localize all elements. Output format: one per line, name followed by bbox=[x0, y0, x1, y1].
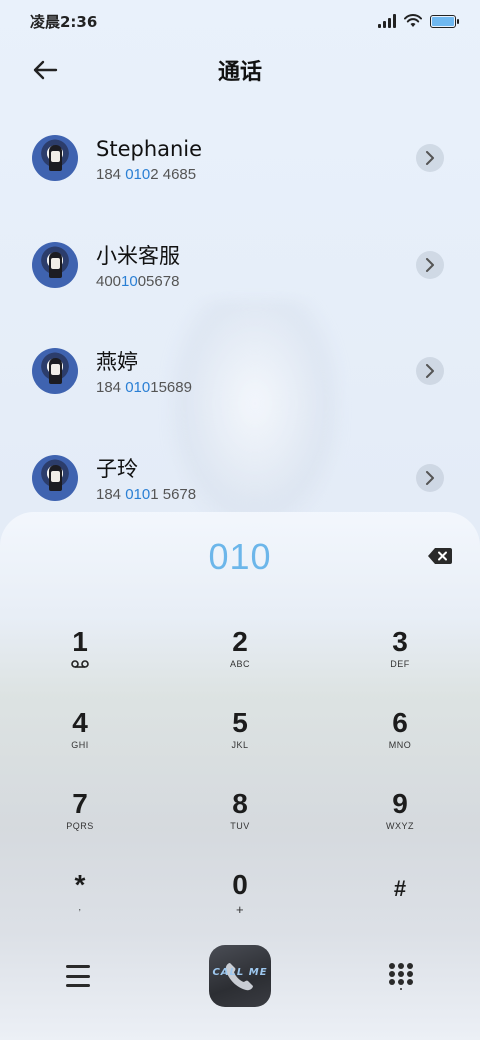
key-letters: , bbox=[78, 902, 82, 912]
key-letters: + bbox=[235, 902, 245, 917]
contact-name: Stephanie bbox=[96, 137, 203, 161]
number-prefix: 184 bbox=[96, 379, 126, 396]
key-2[interactable]: 2 ABC bbox=[160, 620, 320, 701]
status-time: 凌晨2:36 bbox=[30, 12, 98, 31]
contact-number: 184 0101 5678 bbox=[96, 486, 196, 503]
key-8[interactable]: 8 TUV bbox=[160, 782, 320, 863]
menu-line bbox=[66, 965, 90, 968]
contact-number: 184 01015689 bbox=[96, 379, 192, 396]
keypad-grid: 1 2 ABC 3 DEF 4 GHI 5 JKL 6 MNO 7 PQRS 8… bbox=[0, 620, 480, 944]
contact-detail-button[interactable] bbox=[416, 463, 444, 492]
page-title: 通话 bbox=[217, 60, 262, 85]
dialpad-panel: 010 1 2 ABC 3 DEF 4 GHI 5 JKL 6 MNO 7 PQ… bbox=[0, 512, 480, 1040]
contact-item[interactable]: Stephanie 184 0102 4685 bbox=[0, 118, 480, 225]
chevron-right-icon bbox=[426, 470, 434, 485]
number-match: 010 bbox=[125, 379, 151, 396]
key-letters: DEF bbox=[390, 659, 410, 669]
key-letters: JKL bbox=[231, 740, 249, 750]
contact-item[interactable]: 小米客服 4001005678 bbox=[0, 225, 480, 332]
avatar bbox=[32, 348, 78, 394]
avatar bbox=[32, 454, 78, 501]
key-letters: ABC bbox=[229, 659, 250, 669]
dial-input-row: 010 bbox=[0, 532, 480, 582]
number-match: 010 bbox=[125, 485, 151, 503]
wifi-icon bbox=[404, 14, 422, 27]
battery-icon bbox=[430, 14, 459, 28]
back-button[interactable] bbox=[28, 56, 62, 84]
key-number: 6 bbox=[392, 707, 408, 738]
key-number: 4 bbox=[72, 707, 88, 738]
number-prefix: 184 bbox=[96, 166, 126, 183]
key-number: 0 bbox=[232, 869, 248, 900]
key-number: 3 bbox=[392, 626, 408, 657]
key-9[interactable]: 9 WXYZ bbox=[320, 782, 480, 863]
contact-name: 小米客服 bbox=[96, 243, 180, 268]
status-icons bbox=[378, 14, 459, 28]
number-match: 010 bbox=[125, 166, 151, 183]
chevron-right-icon bbox=[426, 364, 434, 378]
key-star[interactable]: * , bbox=[0, 863, 160, 944]
chevron-right-icon bbox=[426, 151, 434, 165]
key-hash[interactable]: # bbox=[320, 863, 480, 944]
number-prefix: 400 bbox=[96, 272, 122, 290]
number-suffix: 2 4685 bbox=[150, 166, 197, 183]
key-letters: PQRS bbox=[66, 821, 94, 831]
menu-line bbox=[66, 974, 90, 978]
menu-button[interactable] bbox=[64, 962, 92, 990]
key-5[interactable]: 5 JKL bbox=[160, 701, 320, 782]
contact-number: 4001005678 bbox=[96, 273, 180, 290]
dialpad-toggle-icon[interactable] bbox=[388, 962, 414, 990]
menu-line bbox=[66, 984, 90, 987]
key-number: # bbox=[393, 876, 407, 901]
contact-text: 小米客服 4001005678 bbox=[96, 243, 180, 290]
key-7[interactable]: 7 PQRS bbox=[0, 782, 160, 863]
key-letters: TUV bbox=[230, 821, 250, 831]
contact-detail-button[interactable] bbox=[416, 144, 444, 172]
avatar bbox=[32, 241, 78, 288]
avatar bbox=[32, 135, 78, 181]
dialer-bottom-bar: CALL ME bbox=[0, 944, 480, 1008]
contact-list: Stephanie 184 0102 4685 小米客服 4001005678 … bbox=[0, 118, 480, 544]
contact-text: 子玲 184 0101 5678 bbox=[96, 456, 196, 503]
contact-name: 子玲 bbox=[96, 456, 138, 481]
key-0[interactable]: 0 + bbox=[160, 863, 320, 944]
chevron-right-icon bbox=[426, 257, 434, 272]
key-number: 7 bbox=[72, 788, 88, 819]
call-label: CALL ME bbox=[212, 967, 268, 978]
number-suffix: 05678 bbox=[137, 272, 180, 290]
contact-item[interactable]: 燕婷 184 01015689 bbox=[0, 331, 480, 438]
contact-detail-button[interactable] bbox=[416, 250, 444, 279]
key-3[interactable]: 3 DEF bbox=[320, 620, 480, 701]
key-4[interactable]: 4 GHI bbox=[0, 701, 160, 782]
dial-input[interactable]: 010 bbox=[208, 536, 271, 578]
key-number: 1 bbox=[72, 626, 88, 657]
key-number: 2 bbox=[232, 626, 248, 657]
contact-name: 燕婷 bbox=[96, 350, 138, 374]
key-6[interactable]: 6 MNO bbox=[320, 701, 480, 782]
key-number: 5 bbox=[232, 707, 248, 738]
contact-text: Stephanie 184 0102 4685 bbox=[96, 136, 202, 183]
key-1[interactable]: 1 bbox=[0, 620, 160, 701]
key-letters: MNO bbox=[388, 740, 412, 750]
contact-number: 184 0102 4685 bbox=[96, 166, 202, 183]
number-prefix: 184 bbox=[96, 485, 126, 503]
number-suffix: 15689 bbox=[150, 379, 192, 396]
key-letters: GHI bbox=[71, 740, 89, 750]
backspace-icon bbox=[428, 548, 452, 564]
status-bar: 凌晨2:36 bbox=[0, 0, 480, 42]
voicemail-icon bbox=[71, 660, 89, 668]
contact-detail-button[interactable] bbox=[416, 357, 444, 385]
delete-button[interactable] bbox=[426, 545, 454, 567]
key-number: * bbox=[74, 869, 86, 900]
number-match: 10 bbox=[121, 272, 138, 290]
key-letters: WXYZ bbox=[386, 821, 414, 831]
key-number: 8 bbox=[232, 788, 248, 819]
signal-icon bbox=[378, 14, 396, 28]
call-button[interactable]: CALL ME bbox=[209, 945, 271, 1007]
contact-text: 燕婷 184 01015689 bbox=[96, 349, 192, 396]
arrow-left-icon bbox=[33, 60, 58, 80]
title-bar: 通话 bbox=[0, 50, 480, 90]
key-number: 9 bbox=[392, 788, 408, 819]
number-suffix: 1 5678 bbox=[150, 485, 197, 503]
